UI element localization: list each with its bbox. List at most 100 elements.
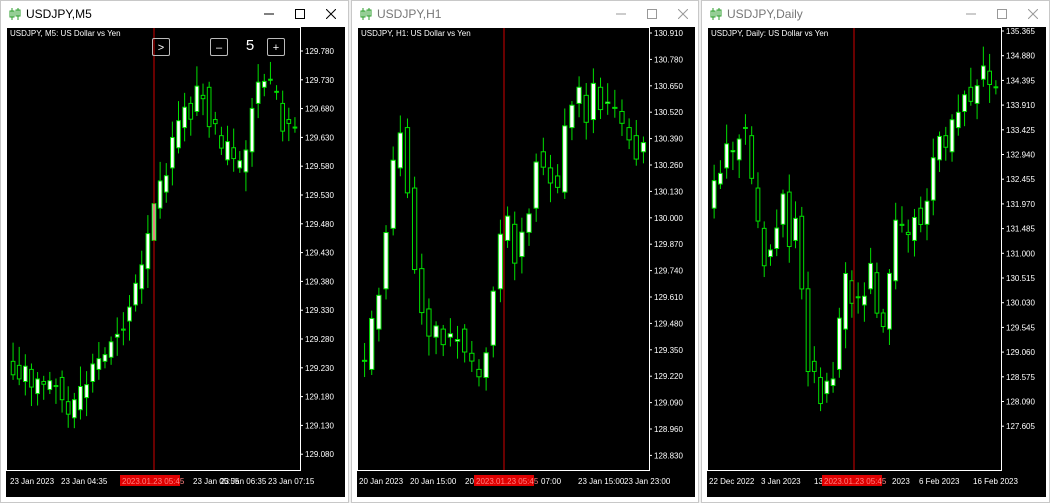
candle-body <box>280 102 286 132</box>
candle-body <box>930 157 936 201</box>
candle-body <box>619 110 625 124</box>
scroll-button[interactable]: > <box>152 38 170 56</box>
price-label: 129.380 <box>305 277 334 286</box>
close-icon <box>326 9 336 19</box>
close-button[interactable] <box>1018 3 1048 25</box>
candle-body <box>22 365 28 382</box>
candle-body <box>462 328 468 353</box>
title-bar[interactable]: USDJPY,Daily <box>702 1 1049 27</box>
candle-body <box>59 376 65 401</box>
candle-body <box>490 290 496 346</box>
time-label: 23 Jan 23:00 <box>624 477 671 486</box>
price-label: 129.580 <box>305 162 334 171</box>
minimize-button[interactable] <box>956 3 986 25</box>
candlestick-chart[interactable]: 130.910 130.780 130.650 130.520 130.390 130.2… <box>357 27 695 497</box>
candle-body <box>899 223 905 226</box>
candle-body <box>987 70 992 85</box>
chart-window-h1[interactable]: USDJPY,H1 130.910 130.780 130.650 130.520 13… <box>351 0 699 503</box>
time-label: 22 Dec 2022 <box>709 477 755 486</box>
price-label: 130.520 <box>654 108 683 117</box>
title-bar[interactable]: USDJPY,H1 <box>352 1 698 27</box>
minimize-button[interactable] <box>606 3 636 25</box>
maximize-button[interactable] <box>637 3 667 25</box>
price-label: 130.130 <box>654 187 683 196</box>
chart-area[interactable]: 130.910 130.780 130.650 130.520 130.390 130.2… <box>357 27 695 497</box>
price-label: 130.030 <box>1006 299 1035 308</box>
candle-body <box>504 215 511 241</box>
symbol-label: USDJPY, Daily: US Dollar vs Yen <box>711 29 829 38</box>
candle-body <box>774 227 780 250</box>
time-label: 2023 <box>892 477 910 486</box>
candle-body <box>905 231 911 236</box>
candle-body <box>72 399 77 419</box>
candle-body <box>426 308 432 337</box>
price-label: 133.425 <box>1006 126 1035 135</box>
candle-body <box>139 264 145 290</box>
candlestick-chart[interactable]: 135.365 134.880 134.395 133.910 133.425 132.9… <box>707 27 1046 497</box>
close-button[interactable] <box>668 3 698 25</box>
candle-body <box>390 159 396 229</box>
candlestick-chart[interactable]: 129.780 129.730 129.680 129.630 129.580 129.5… <box>6 27 345 497</box>
candle-body <box>47 380 53 391</box>
candle-body <box>383 232 389 290</box>
minimize-button[interactable] <box>254 3 284 25</box>
candle-body <box>793 217 798 241</box>
title-bar[interactable]: USDJPY,M5 <box>1 1 348 27</box>
candle-body <box>768 249 773 258</box>
price-label: 131.000 <box>1006 249 1035 258</box>
maximize-button[interactable] <box>987 3 1017 25</box>
candle-body <box>799 215 805 290</box>
chart-area[interactable]: 129.780 129.730 129.680 129.630 129.580 129.5… <box>6 27 345 497</box>
candle-body <box>78 385 83 411</box>
candle-body <box>96 358 102 370</box>
price-label: 129.780 <box>305 47 334 56</box>
candle-body <box>133 282 138 306</box>
close-icon <box>1028 9 1038 19</box>
price-label: 131.970 <box>1006 200 1035 209</box>
time-label: 07:00 <box>541 477 562 486</box>
time-label: 20 Jan 2023 <box>359 477 404 486</box>
time-label: 23 Jan 06:35 <box>220 477 267 486</box>
candle-body <box>237 160 243 169</box>
candle-body <box>90 363 96 382</box>
maximize-button[interactable] <box>285 3 315 25</box>
chart-window-m5[interactable]: USDJPY,M5 129.780 129.730 129.680 129.630 12… <box>0 0 349 503</box>
window-title: USDJPY,M5 <box>26 7 92 21</box>
price-label: 129.130 <box>305 421 334 430</box>
candle-body <box>849 280 855 304</box>
candle-body <box>862 295 867 306</box>
candle-body <box>824 380 830 395</box>
candle-body <box>597 86 604 111</box>
candle-body <box>145 233 151 270</box>
chart-window-daily[interactable]: USDJPY,Daily 135.365 134.880 134.395 133.91… <box>701 0 1050 503</box>
candle-body <box>121 328 126 331</box>
candle-body <box>114 333 120 338</box>
price-label: 129.610 <box>654 293 683 302</box>
chart-area[interactable]: 135.365 134.880 134.395 133.910 133.425 132.9… <box>707 27 1046 497</box>
candle-body <box>749 135 755 179</box>
candle-body <box>84 384 89 399</box>
price-label: 127.605 <box>1006 422 1035 431</box>
candle-body <box>108 341 114 358</box>
price-label: 131.485 <box>1006 225 1035 234</box>
price-label: 129.740 <box>654 267 683 276</box>
candle-body <box>376 294 382 330</box>
candle-body <box>255 81 261 104</box>
zoom-out-button[interactable]: – <box>210 38 228 56</box>
zoom-in-button[interactable]: + <box>267 38 285 56</box>
candle-body <box>626 127 632 141</box>
candle-body <box>526 213 532 233</box>
time-label: 20 <box>465 477 474 486</box>
candle-body <box>949 119 955 153</box>
candle-body <box>369 317 375 370</box>
price-label: 129.280 <box>305 335 334 344</box>
candle-body <box>188 102 194 120</box>
candle-body <box>200 94 206 100</box>
candle-body <box>818 376 823 405</box>
maximize-icon <box>647 9 657 19</box>
price-label: 128.960 <box>654 425 683 434</box>
close-button[interactable] <box>316 3 346 25</box>
candle-body <box>786 191 792 248</box>
candle-body <box>843 272 848 330</box>
candle-body <box>447 333 454 338</box>
